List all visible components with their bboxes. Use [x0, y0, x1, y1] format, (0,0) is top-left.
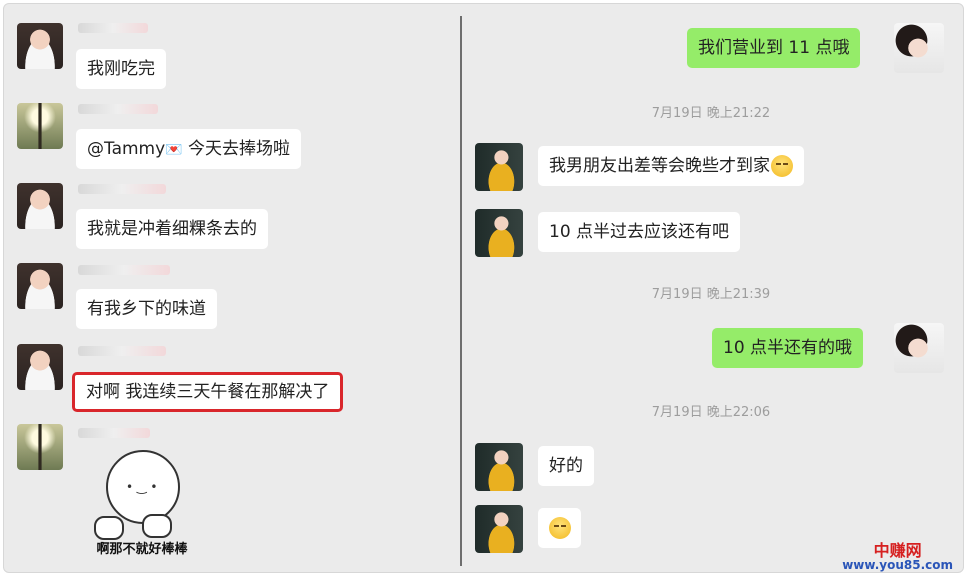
message-bubble[interactable]: 10 点半过去应该还有吧 — [538, 212, 741, 252]
contact-avatar[interactable] — [475, 505, 523, 553]
mention-text: @Tammy — [87, 139, 166, 159]
sticker-message[interactable]: • ‿ • 啊那不就好棒棒 — [82, 444, 202, 562]
sticker-hand-icon — [142, 514, 172, 538]
timestamp: 7月19日 晚上21:39 — [651, 287, 771, 302]
self-avatar[interactable] — [894, 323, 944, 373]
message-bubble[interactable]: 有我乡下的味道 — [76, 289, 217, 329]
sticker-caption: 啊那不就好棒棒 — [96, 542, 188, 557]
emoji-message-bubble[interactable] — [538, 508, 581, 548]
message-text: 今天去捧场啦 — [182, 139, 291, 159]
sender-name-blurred — [78, 346, 166, 356]
contact-avatar[interactable] — [17, 344, 63, 390]
contact-avatar[interactable] — [17, 103, 63, 149]
self-avatar[interactable] — [894, 23, 944, 73]
message-bubble[interactable]: 我就是冲着细粿条去的 — [76, 209, 268, 249]
left-chat-pane: 我刚吃完 @Tammy💌 今天去捧场啦 我就是冲着细粿条去的 有我乡下的味道 对… — [8, 12, 456, 564]
watermark-title: 中赚网 — [873, 541, 922, 560]
timestamp: 7月19日 晚上21:22 — [651, 106, 771, 121]
contact-avatar[interactable] — [475, 143, 523, 191]
heart-mail-icon: 💌 — [165, 142, 183, 158]
contact-avatar[interactable] — [475, 209, 523, 257]
contact-avatar[interactable] — [17, 23, 63, 69]
pane-divider — [460, 16, 462, 566]
self-message-bubble[interactable]: 我们营业到 11 点哦 — [687, 28, 861, 68]
watermark-url: www.you85.com — [842, 558, 953, 572]
sticker-eyes: • ‿ • — [126, 480, 158, 494]
smirk-face-icon — [549, 517, 571, 539]
message-bubble[interactable]: 我刚吃完 — [76, 49, 166, 89]
contact-avatar[interactable] — [17, 183, 63, 229]
timestamp: 7月19日 晚上22:06 — [651, 405, 771, 420]
message-bubble[interactable]: 我男朋友出差等会晚些才到家 — [538, 146, 804, 186]
sticker-hand-icon — [94, 516, 124, 540]
right-chat-pane: 我们营业到 11 点哦 7月19日 晚上21:22 我男朋友出差等会晚些才到家 … — [466, 12, 956, 564]
highlighted-message-bubble[interactable]: 对啊 我连续三天午餐在那解决了 — [72, 372, 344, 412]
contact-avatar[interactable] — [17, 263, 63, 309]
message-bubble[interactable]: @Tammy💌 今天去捧场啦 — [76, 129, 302, 169]
sender-name-blurred — [78, 104, 158, 114]
sender-name-blurred — [78, 184, 166, 194]
screenshot-frame: 我刚吃完 @Tammy💌 今天去捧场啦 我就是冲着细粿条去的 有我乡下的味道 对… — [3, 3, 964, 573]
sender-name-blurred — [78, 428, 150, 438]
contact-avatar[interactable] — [17, 424, 63, 470]
message-bubble[interactable]: 好的 — [538, 446, 594, 486]
sender-name-blurred — [78, 23, 148, 33]
sender-name-blurred — [78, 265, 170, 275]
site-watermark: 中赚网 www.you85.com — [842, 543, 953, 573]
contact-avatar[interactable] — [475, 443, 523, 491]
grimace-face-icon — [771, 155, 793, 177]
message-text: 我男朋友出差等会晚些才到家 — [549, 156, 770, 176]
self-message-bubble[interactable]: 10 点半还有的哦 — [712, 328, 864, 368]
